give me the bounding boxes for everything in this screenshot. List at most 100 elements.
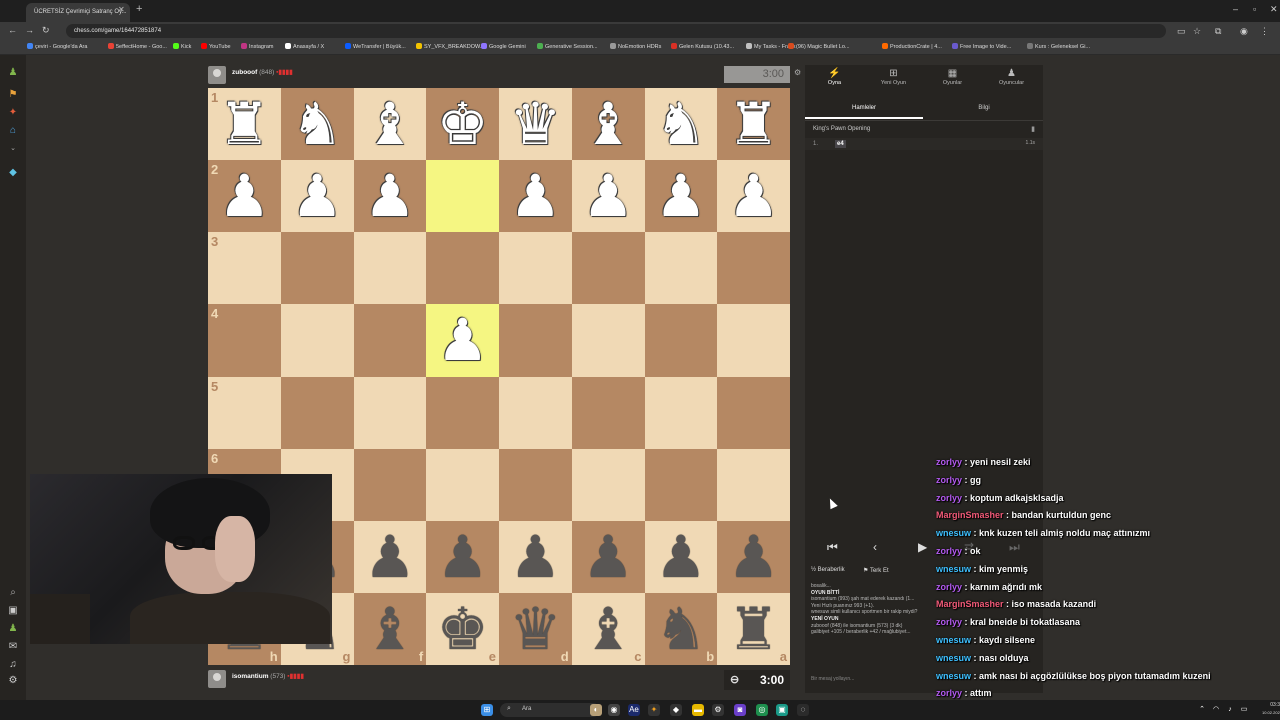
square-d5[interactable]	[499, 376, 572, 449]
bookmark-item[interactable]: Free Image to Vide...	[952, 43, 1011, 50]
square-g1[interactable]: ♞	[280, 88, 354, 161]
black-piece[interactable]: ♝	[354, 593, 427, 665]
square-g3[interactable]	[280, 232, 354, 305]
bookmark-item[interactable]: NoEmotion HDRs	[610, 43, 661, 50]
black-piece[interactable]: ♝	[572, 593, 645, 665]
bookmark-item[interactable]: Gelen Kutusu (10.43...	[671, 43, 734, 50]
black-piece[interactable]: ♛	[499, 593, 572, 665]
camera-icon[interactable]: ◉	[608, 704, 620, 716]
square-a8[interactable]: a ♜	[717, 592, 790, 665]
file-explorer-icon[interactable]: ▬	[692, 704, 704, 716]
white-piece[interactable]: ♟	[281, 160, 354, 232]
square-a6[interactable]	[717, 448, 790, 521]
volume-icon[interactable]: ♪	[1224, 704, 1236, 716]
square-d8[interactable]: d ♛	[499, 592, 572, 665]
battery-icon[interactable]: ▭	[1238, 704, 1250, 716]
widget-icon[interactable]: ◐	[590, 704, 602, 716]
extensions-icon[interactable]: ⧉	[1215, 26, 1221, 37]
url-field[interactable]: chess.com/game/164472851874	[66, 24, 1166, 38]
square-b3[interactable]	[644, 232, 718, 305]
square-c4[interactable]	[571, 304, 645, 377]
black-piece[interactable]: ♟	[645, 521, 718, 593]
reload-icon[interactable]: ↻	[42, 25, 50, 36]
pawn-logo-icon[interactable]: ♟	[7, 67, 19, 79]
white-piece[interactable]: ♜	[208, 88, 281, 160]
square-e5[interactable]	[426, 376, 499, 449]
move-san[interactable]: e4	[835, 140, 846, 148]
white-piece[interactable]: ♟	[645, 160, 718, 232]
square-c3[interactable]	[571, 232, 645, 305]
tab-yeni-oyun[interactable]: ⊞ Yeni Oyun	[864, 68, 923, 86]
black-piece[interactable]: ♞	[645, 593, 718, 665]
app2-icon[interactable]: ◆	[670, 704, 682, 716]
white-piece[interactable]: ♟	[354, 160, 427, 232]
square-c2[interactable]: ♟	[571, 160, 645, 233]
bookmark-item[interactable]: YouTube	[201, 43, 231, 50]
new-tab-icon[interactable]: +	[136, 3, 142, 15]
square-d4[interactable]	[499, 304, 572, 377]
app3-icon[interactable]: ◙	[734, 704, 746, 716]
white-piece[interactable]: ♟	[717, 160, 790, 232]
bookmark-item[interactable]: 5effectHome - Goo...	[108, 43, 167, 50]
star-icon[interactable]: ☆	[1193, 26, 1201, 37]
first-move-icon[interactable]: ⏮	[827, 540, 838, 555]
square-e2[interactable]	[426, 160, 499, 233]
white-piece[interactable]: ♝	[572, 88, 645, 160]
white-piece[interactable]: ♛	[499, 88, 572, 160]
square-c8[interactable]: c ♝	[571, 592, 645, 665]
settings-icon[interactable]: ⚙	[7, 675, 19, 687]
tab-moves[interactable]: Hamleler	[805, 102, 923, 119]
avatar[interactable]	[208, 66, 226, 84]
square-e3[interactable]	[426, 232, 499, 305]
black-piece[interactable]: ♟	[426, 521, 499, 593]
tab-oyna[interactable]: ⚡ Oyna	[805, 68, 864, 86]
square-g4[interactable]	[280, 304, 354, 377]
square-f7[interactable]: ♟	[353, 520, 427, 593]
opening-name[interactable]: King's Pawn Opening	[813, 126, 870, 132]
square-e8[interactable]: e ♚	[426, 592, 499, 665]
white-piece[interactable]: ♚	[426, 88, 499, 160]
bookmark-item[interactable]: Instagram	[241, 43, 273, 50]
square-f8[interactable]: f ♝	[353, 592, 427, 665]
tray-chevron-icon[interactable]: ⌃	[1196, 704, 1208, 716]
square-f6[interactable]	[353, 448, 427, 521]
book-icon[interactable]: ▮	[1031, 125, 1035, 133]
bookmark-item[interactable]: WeTransfer | Büyük...	[345, 43, 406, 50]
square-a2[interactable]: ♟	[717, 160, 790, 233]
black-piece[interactable]: ♜	[717, 593, 790, 665]
learn-icon[interactable]: ⌂	[7, 125, 19, 137]
square-a5[interactable]	[717, 376, 790, 449]
bookmark-item[interactable]: çeviri - Google'da Ara	[27, 43, 87, 50]
square-d7[interactable]: ♟	[499, 520, 572, 593]
wifi-icon[interactable]: ◠	[1210, 704, 1222, 716]
messages-icon[interactable]: ✉	[7, 641, 19, 653]
windows-start-icon[interactable]: ⊞	[481, 704, 493, 716]
square-c5[interactable]	[571, 376, 645, 449]
white-piece[interactable]: ♝	[354, 88, 427, 160]
square-b1[interactable]: ♞	[644, 88, 718, 161]
cast-icon[interactable]: ▭	[1177, 26, 1186, 37]
black-piece[interactable]: ♟	[354, 521, 427, 593]
white-piece[interactable]: ♟	[426, 304, 499, 376]
square-e6[interactable]	[426, 448, 499, 521]
square-h3[interactable]: 3	[208, 232, 281, 305]
bookmark-item[interactable]: (96) Magic Bullet Lo...	[788, 43, 850, 50]
app-icon[interactable]: ✦	[648, 704, 660, 716]
square-f1[interactable]: ♝	[353, 88, 427, 161]
bookmark-item[interactable]: Kick	[173, 43, 191, 50]
search-icon[interactable]: ⌕	[7, 587, 19, 599]
tab-info[interactable]: Bilgi	[925, 102, 1043, 119]
square-h4[interactable]: 4	[208, 304, 281, 377]
draw-button[interactable]: ½ Beraberlik	[811, 567, 845, 573]
square-f4[interactable]	[353, 304, 427, 377]
white-piece[interactable]: ♞	[281, 88, 354, 160]
square-d1[interactable]: ♛	[499, 88, 572, 161]
white-piece[interactable]: ♟	[208, 160, 281, 232]
square-e7[interactable]: ♟	[426, 520, 499, 593]
bookmark-item[interactable]: Google Gemini	[481, 43, 526, 50]
profile-icon[interactable]: ◉	[1240, 26, 1248, 37]
bookmark-item[interactable]: Anasayfa / X	[285, 43, 324, 50]
resign-button[interactable]: ⚑ Terk Et	[863, 567, 889, 574]
close-window-icon[interactable]: ✕	[1270, 4, 1278, 15]
white-piece[interactable]: ♟	[572, 160, 645, 232]
